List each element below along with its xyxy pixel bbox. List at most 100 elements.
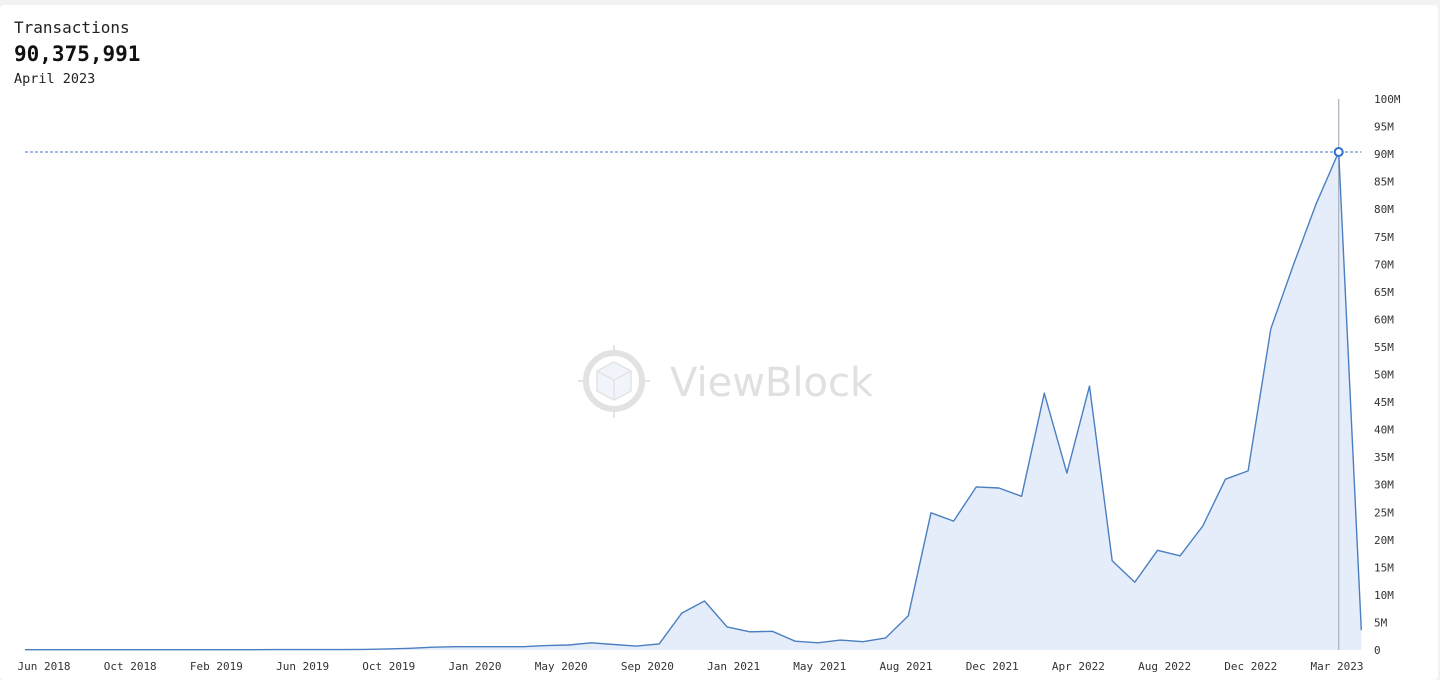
data-point-dec-2018[interactable] [159, 648, 163, 652]
data-point-mar-2022[interactable] [1042, 391, 1046, 395]
x-tick-label: Mar 2023 [1311, 660, 1364, 673]
data-point-may-2023[interactable] [1359, 628, 1363, 632]
y-tick-label: 90M [1374, 148, 1394, 161]
data-point-sep-2021[interactable] [906, 614, 910, 618]
data-point-nov-2021[interactable] [952, 519, 956, 523]
data-point-jun-2018[interactable] [23, 648, 27, 652]
data-point-may-2019[interactable] [272, 648, 276, 652]
data-point-jul-2019[interactable] [317, 648, 321, 652]
y-tick-label: 60M [1374, 313, 1394, 326]
data-point-jul-2022[interactable] [1133, 580, 1137, 584]
data-point-feb-2019[interactable] [204, 648, 208, 652]
transactions-chart[interactable]: ViewBlock 0 5M 10M 15M 20M 25M 30M 35M 40M 45M 50M… [0, 0, 1440, 680]
data-point-sep-2018[interactable] [91, 648, 95, 652]
x-axis: Jun 2018 Oct 2018 Feb 2019 Jun 2019 Oct 2019… [18, 660, 1364, 673]
data-point-aug-2019[interactable] [340, 648, 344, 652]
data-point-dec-2019[interactable] [431, 645, 435, 649]
x-tick-label: Jan 2020 [449, 660, 502, 673]
data-point-oct-2022[interactable] [1201, 524, 1205, 528]
data-point-aug-2022[interactable] [1156, 548, 1160, 552]
data-point-nov-2018[interactable] [136, 648, 140, 652]
y-tick-label: 75M [1374, 231, 1394, 244]
data-point-feb-2021[interactable] [748, 630, 752, 634]
data-point-aug-2020[interactable] [612, 642, 616, 646]
viewblock-cube-logo-icon [578, 345, 650, 418]
y-tick-label: 40M [1374, 424, 1394, 437]
data-point-feb-2020[interactable] [476, 645, 480, 649]
data-point-jan-2021[interactable] [725, 625, 729, 629]
y-axis: 0 5M 10M 15M 20M 25M 30M 35M 40M 45M 50M 55M 60M 65M 7… [1374, 93, 1401, 657]
data-point-jul-2021[interactable] [861, 640, 865, 644]
data-point-feb-2023[interactable] [1291, 263, 1295, 267]
y-tick-label: 30M [1374, 479, 1394, 492]
data-point-aug-2021[interactable] [884, 636, 888, 640]
data-point-jul-2018[interactable] [46, 648, 50, 652]
x-tick-label: May 2021 [793, 660, 846, 673]
y-tick-label: 10M [1374, 589, 1394, 602]
watermark: ViewBlock [578, 345, 874, 418]
y-tick-label: 20M [1374, 534, 1394, 547]
data-point-apr-2019[interactable] [250, 648, 254, 652]
y-tick-label: 95M [1374, 121, 1394, 134]
data-point-may-2021[interactable] [816, 641, 820, 645]
data-point-jan-2020[interactable] [453, 645, 457, 649]
data-point-may-2020[interactable] [544, 644, 548, 648]
data-point-jul-2020[interactable] [589, 641, 593, 645]
x-tick-label: May 2020 [535, 660, 588, 673]
x-tick-label: Jun 2019 [276, 660, 329, 673]
data-point-mar-2020[interactable] [499, 645, 503, 649]
data-point-jun-2022[interactable] [1110, 559, 1114, 563]
data-point-sep-2022[interactable] [1178, 554, 1182, 558]
data-point-jun-2021[interactable] [838, 638, 842, 642]
y-tick-label: 0 [1374, 644, 1381, 657]
data-point-dec-2022[interactable] [1246, 469, 1250, 473]
y-tick-label: 55M [1374, 341, 1394, 354]
y-tick-label: 15M [1374, 561, 1394, 574]
data-point-sep-2019[interactable] [363, 647, 367, 651]
data-point-feb-2022[interactable] [1020, 494, 1024, 498]
data-point-nov-2019[interactable] [408, 646, 412, 650]
data-point-jan-2023[interactable] [1269, 327, 1273, 331]
x-tick-label: Jan 2021 [707, 660, 760, 673]
data-point-jun-2020[interactable] [567, 643, 571, 647]
data-point-dec-2021[interactable] [974, 485, 978, 489]
data-point-apr-2022[interactable] [1065, 471, 1069, 475]
data-point-sep-2020[interactable] [635, 644, 639, 648]
data-point-nov-2022[interactable] [1223, 477, 1227, 481]
x-tick-label: Apr 2022 [1052, 660, 1105, 673]
x-tick-label: Sep 2020 [621, 660, 674, 673]
y-tick-label: 45M [1374, 396, 1394, 409]
data-point-aug-2018[interactable] [68, 648, 72, 652]
data-point-oct-2019[interactable] [385, 647, 389, 651]
data-point-may-2022[interactable] [1088, 384, 1092, 388]
x-tick-label: Aug 2021 [880, 660, 933, 673]
data-point-mar-2023[interactable] [1314, 202, 1318, 206]
data-point-oct-2021[interactable] [929, 511, 933, 515]
data-point-jan-2019[interactable] [182, 648, 186, 652]
highlight-marker[interactable] [1333, 147, 1344, 158]
y-tick-label: 65M [1374, 286, 1394, 299]
data-point-apr-2021[interactable] [793, 639, 797, 643]
y-tick-label: 25M [1374, 506, 1394, 519]
data-point-jun-2019[interactable] [295, 648, 299, 652]
x-tick-label: Jun 2018 [18, 660, 71, 673]
y-tick-label: 50M [1374, 369, 1394, 382]
data-point-dec-2020[interactable] [703, 599, 707, 603]
y-tick-label: 5M [1374, 616, 1388, 629]
data-point-nov-2020[interactable] [680, 611, 684, 615]
y-tick-label: 35M [1374, 451, 1394, 464]
data-point-mar-2021[interactable] [770, 629, 774, 633]
x-tick-label: Oct 2019 [362, 660, 415, 673]
y-tick-label: 70M [1374, 258, 1394, 271]
y-tick-label: 85M [1374, 176, 1394, 189]
y-tick-label: 80M [1374, 203, 1394, 216]
data-point-jan-2022[interactable] [997, 486, 1001, 490]
x-tick-label: Feb 2019 [190, 660, 243, 673]
data-point-mar-2019[interactable] [227, 648, 231, 652]
data-point-apr-2020[interactable] [521, 645, 525, 649]
x-tick-label: Oct 2018 [104, 660, 157, 673]
data-point-oct-2020[interactable] [657, 642, 661, 646]
x-tick-label: Dec 2022 [1224, 660, 1277, 673]
data-point-oct-2018[interactable] [114, 648, 118, 652]
y-tick-label: 100M [1374, 93, 1401, 106]
